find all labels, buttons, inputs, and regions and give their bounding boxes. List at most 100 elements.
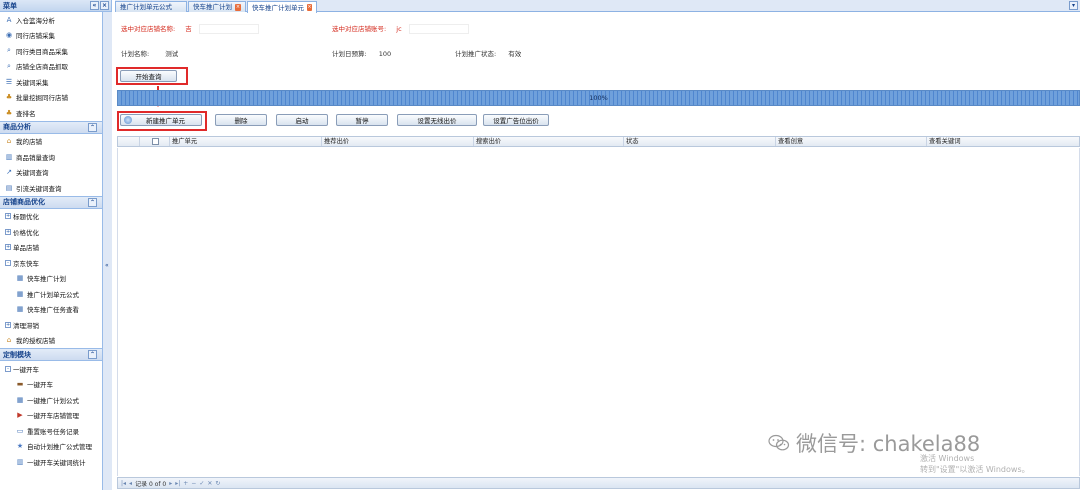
set-wireless-bid-button[interactable]: 设置无线出价	[397, 114, 477, 126]
section-collapse-icon[interactable]: ⌃	[88, 122, 97, 132]
shop-name-row: 选中对应店铺名称: 吉	[121, 23, 259, 34]
sidebar-item-label: 京东快车	[13, 259, 39, 268]
select-all-checkbox[interactable]	[152, 138, 159, 145]
close-icon[interactable]: ×	[307, 4, 312, 11]
collapse-icon[interactable]: -	[5, 259, 11, 266]
remove-row-icon[interactable]: −	[191, 480, 196, 487]
sidebar-item-label: 一键开车关键词统计	[27, 458, 86, 467]
sidebar-item[interactable]: ⌕ 店铺全店商品抓取	[0, 59, 111, 75]
wechat-icon	[768, 434, 790, 451]
sidebar-section-header[interactable]: 店铺商品优化 ⌃	[0, 195, 111, 209]
tab-scroll-button[interactable]: ▾	[1069, 1, 1078, 10]
tab-unit-formula[interactable]: 推广计划单元公式	[115, 1, 187, 12]
col-search-bid[interactable]: 搜索出价	[474, 137, 624, 146]
sidebar-item[interactable]: ♣ 批量挖掘同行店铺	[0, 90, 111, 106]
sidebar-item-label: 一键开车	[13, 365, 39, 374]
sidebar-item-label: 查排名	[16, 109, 36, 118]
close-icon[interactable]: ×	[235, 3, 241, 11]
tab-express-plan-unit[interactable]: 快车推广计划单元 ×	[247, 1, 317, 13]
sidebar-item-label: 自动计划推广公式管理	[27, 443, 92, 452]
record-count: 记录 0 of 0	[135, 480, 167, 488]
section-title: 店铺商品优化	[3, 198, 45, 206]
new-unit-button[interactable]: 新建推广单元	[120, 114, 202, 126]
expand-icon[interactable]: +	[5, 228, 11, 235]
sidebar-item[interactable]: ☰ 关键词采集	[0, 74, 111, 90]
shop-name-label: 选中对应店铺名称:	[121, 25, 176, 33]
sidebar-title: 菜单	[3, 1, 17, 10]
sidebar-item[interactable]: - 一键开车	[0, 361, 111, 377]
grid-icon: ▦	[16, 305, 24, 314]
expand-icon[interactable]: +	[5, 213, 11, 220]
sidebar-splitter[interactable]: «	[102, 12, 112, 490]
sidebar-item-label: 我的店铺	[16, 138, 42, 147]
start-button[interactable]: 启动	[276, 114, 328, 126]
sidebar-item[interactable]: ▥ 一键开车关键词统计	[0, 454, 111, 470]
sidebar-item-label: 我的授权店铺	[16, 337, 55, 346]
sidebar-item[interactable]: + 标题优化	[0, 209, 111, 225]
sidebar-item-label: 快车推广任务查看	[27, 306, 79, 315]
confirm-icon[interactable]: ✓	[199, 480, 204, 487]
minus-box-icon: ▭	[16, 426, 24, 435]
sidebar-item[interactable]: ⌂ 我的店铺	[0, 134, 111, 150]
sidebar-item-label: 引流关键词查询	[16, 184, 62, 193]
tab-express-plan[interactable]: 快车推广计划 ×	[188, 1, 246, 12]
last-page-icon[interactable]: ▸|	[175, 480, 180, 487]
sidebar-item[interactable]: ▬ 一键开车	[0, 377, 111, 393]
sidebar-item[interactable]: ▦ 快车推广计划	[0, 271, 111, 287]
col-recommended-bid[interactable]: 推荐出价	[322, 137, 474, 146]
row-number-column	[118, 137, 140, 146]
sidebar-item[interactable]: ↗ 关键词查询	[0, 165, 111, 181]
shop-account-value: jc	[396, 25, 402, 33]
sidebar-item[interactable]: + 单品店铺	[0, 240, 111, 256]
next-page-icon[interactable]: ▸	[169, 480, 172, 487]
sidebar-item-label: 推广计划单元公式	[27, 290, 79, 299]
splitter-arrow-icon: «	[105, 262, 109, 269]
add-row-icon[interactable]: +	[183, 480, 188, 487]
cancel-icon[interactable]: ✕	[207, 480, 212, 487]
set-ad-bid-button[interactable]: 设置广告位出价	[483, 114, 549, 126]
sidebar-item[interactable]: ▥ 商品销量查询	[0, 149, 111, 165]
col-view-keywords[interactable]: 查看关键词	[927, 137, 1079, 146]
section-collapse-icon[interactable]: ⌃	[88, 197, 97, 207]
sidebar-item[interactable]: ★ 自动计划推广公式管理	[0, 439, 111, 455]
sidebar-item[interactable]: ▶ 一键开车店铺管理	[0, 408, 111, 424]
sidebar-section-header[interactable]: 定制模块 ⌃	[0, 348, 111, 361]
sidebar-item[interactable]: + 清理滞销	[0, 317, 111, 333]
sidebar-item[interactable]: - 京东快车	[0, 255, 111, 271]
sidebar-item[interactable]: ▦ 一键推广计划公式	[0, 392, 111, 408]
start-query-button[interactable]: 开始查询	[120, 70, 177, 82]
expand-icon[interactable]: +	[5, 321, 11, 328]
collapse-icon[interactable]: -	[5, 365, 11, 372]
sidebar-item[interactable]: ▭ 重置账号任务记录	[0, 423, 111, 439]
grid-icon: ▦	[16, 289, 24, 298]
refresh-icon[interactable]: ↻	[215, 480, 220, 487]
sidebar-item[interactable]: ▦ 快车推广任务查看	[0, 302, 111, 318]
col-view-creative[interactable]: 查看创意	[776, 137, 927, 146]
pause-button[interactable]: 暂停	[336, 114, 388, 126]
sidebar-item[interactable]: ▤ 引流关键词查询	[0, 180, 111, 196]
sidebar-item[interactable]: ♣ 查排名	[0, 105, 111, 121]
expand-icon[interactable]: +	[5, 244, 11, 251]
section-collapse-icon[interactable]: ⌃	[88, 350, 97, 359]
delete-button[interactable]: 删除	[215, 114, 267, 126]
sidebar-section-header[interactable]: 商品分析 ⌃	[0, 120, 111, 134]
shop-account-row: 选中对应店铺账号: jc	[332, 23, 469, 34]
sidebar-item[interactable]: ⌂ 我的授权店铺	[0, 333, 111, 349]
sidebar-item[interactable]: + 价格优化	[0, 224, 111, 240]
plan-status-row: 计划推广状态: 有效	[455, 48, 521, 58]
sidebar-item[interactable]: ⌕ 同行类目商品采集	[0, 43, 111, 59]
section-title: 定制模块	[3, 350, 31, 359]
col-status[interactable]: 状态	[624, 137, 776, 146]
collapse-sidebar-button[interactable]: «	[90, 1, 99, 10]
star-icon: ★	[16, 442, 24, 451]
sidebar-item[interactable]: A 入仓篮海分析	[0, 12, 111, 28]
sidebar-item[interactable]: ▦ 推广计划单元公式	[0, 286, 111, 302]
sidebar-item-label: 快车推广计划	[27, 275, 66, 284]
close-sidebar-button[interactable]: ×	[100, 1, 109, 10]
prev-page-icon[interactable]: ◂	[129, 480, 132, 487]
first-page-icon[interactable]: |◂	[121, 480, 126, 487]
col-unit[interactable]: 推广单元	[170, 137, 322, 146]
sidebar-item-label: 入仓篮海分析	[16, 16, 55, 25]
sidebar-header: 菜单 « ×	[0, 0, 111, 12]
sidebar-item[interactable]: ◉ 同行店铺采集	[0, 28, 111, 44]
